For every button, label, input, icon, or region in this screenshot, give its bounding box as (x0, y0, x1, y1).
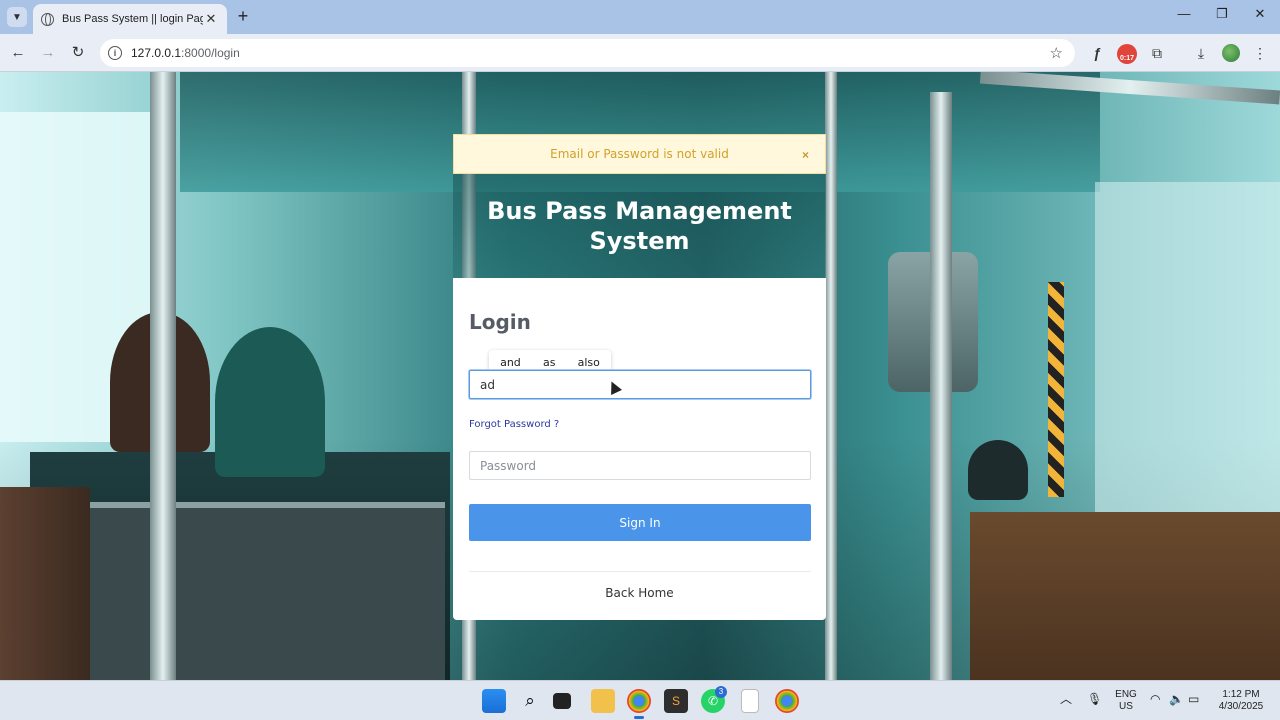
alert-message: Email or Password is not valid (550, 147, 729, 161)
recorder-extension-icon[interactable]: 0:17 (1117, 44, 1137, 64)
language-code: ENG (1115, 689, 1137, 700)
hero-header: Bus Pass Management System (453, 174, 826, 278)
alert-close-icon[interactable]: × (802, 148, 809, 162)
download-icon[interactable]: ⤓ (1191, 44, 1211, 62)
clock[interactable]: 1:12 PM 4/30/2025 (1210, 689, 1272, 713)
file-explorer-icon[interactable] (591, 689, 615, 713)
task-view-icon[interactable] (553, 693, 571, 709)
bus-seat-back (55, 502, 445, 680)
bus-seat-wood-left (0, 487, 90, 680)
clock-date: 4/30/2025 (1218, 701, 1264, 712)
extension-formula-icon[interactable]: ƒ (1087, 44, 1107, 62)
notepad-icon[interactable] (741, 689, 759, 713)
chrome-icon[interactable] (627, 689, 651, 719)
url-path: :8000/login (181, 46, 240, 60)
new-tab-button[interactable]: + (233, 6, 253, 27)
language-indicator[interactable]: ENG US (1112, 689, 1140, 713)
microphone-icon[interactable]: 🎙 (1087, 693, 1102, 705)
tab-title: Bus Pass System || login Page (62, 13, 203, 25)
bus-pole-3 (825, 72, 837, 680)
whatsapp-badge: 3 (715, 686, 727, 698)
profile-avatar[interactable] (1222, 44, 1240, 62)
email-field[interactable] (469, 370, 811, 399)
suggestion-item[interactable]: also (578, 356, 600, 369)
clock-time: 1:12 PM (1222, 689, 1260, 700)
suggestion-item[interactable]: as (543, 356, 555, 369)
more-icon[interactable]: ⋮ (1250, 44, 1270, 62)
info-icon[interactable]: i (108, 46, 122, 60)
suggestion-item[interactable]: and (500, 356, 521, 369)
search-icon[interactable]: ⌕ (518, 689, 542, 713)
passenger-3 (968, 440, 1028, 500)
passenger-2 (215, 327, 325, 477)
login-card: Login and as also Forgot Password ? (453, 278, 826, 620)
back-arrow-icon[interactable]: ← (8, 43, 28, 63)
sublime-text-icon[interactable]: S (664, 689, 688, 713)
reload-icon[interactable]: ↻ (68, 43, 88, 63)
sign-in-button[interactable]: Sign In (469, 504, 811, 541)
star-icon[interactable]: ☆ (1050, 44, 1063, 62)
bus-window-right (1095, 182, 1280, 512)
browser-toolbar: ← → ↻ i 127.0.0.1:8000/login ☆ ƒ ⧉ ⤓ ⋮ (0, 34, 1280, 72)
windows-taskbar: ⌕ S ✆ 3 ︿ 🎙 ENG US ◠ 🔈 ▭ 1:12 PM 4/30/20… (0, 680, 1280, 720)
extensions-icon[interactable]: ⧉ (1147, 44, 1167, 62)
forward-arrow-icon[interactable]: → (38, 43, 58, 63)
chevron-up-icon[interactable]: ︿ (1060, 693, 1072, 705)
hazard-stripe (1048, 282, 1064, 497)
back-home-link[interactable]: Back Home (453, 586, 826, 600)
bus-pole-1 (150, 72, 176, 680)
browser-tab-active[interactable]: Bus Pass System || login Page ✕ (33, 4, 227, 34)
address-bar[interactable]: i 127.0.0.1:8000/login ☆ (100, 39, 1075, 67)
url-text: 127.0.0.1:8000/login (131, 46, 240, 60)
region-code: US (1119, 701, 1133, 712)
password-field[interactable] (469, 451, 811, 480)
battery-icon[interactable]: ▭ (1188, 693, 1199, 705)
wifi-icon[interactable]: ◠ (1150, 693, 1160, 705)
tab-search-chevron-down-icon[interactable]: ▼ (7, 7, 27, 27)
browser-tab-strip: ▼ Bus Pass System || login Page ✕ + — ❐ … (0, 0, 1280, 34)
forgot-password-link[interactable]: Forgot Password ? (469, 419, 559, 430)
error-alert: Email or Password is not valid × (453, 134, 826, 174)
globe-icon (41, 12, 54, 26)
maximize-button[interactable]: ❐ (1210, 6, 1234, 22)
recorder-timer: 0:17 (1119, 55, 1134, 62)
chrome-icon-2[interactable] (775, 689, 799, 713)
site-title: Bus Pass Management System (487, 197, 792, 255)
url-host: 127.0.0.1 (131, 46, 182, 60)
volume-icon[interactable]: 🔈 (1169, 693, 1184, 705)
bus-wood-panel (970, 512, 1280, 680)
minimize-button[interactable]: — (1172, 6, 1196, 21)
card-divider (469, 571, 811, 572)
bus-pole-4 (930, 92, 952, 680)
login-heading: Login (469, 310, 531, 334)
tab-close-icon[interactable]: ✕ (203, 11, 219, 27)
close-window-button[interactable]: ✕ (1248, 6, 1272, 22)
windows-start-icon[interactable] (482, 689, 506, 713)
